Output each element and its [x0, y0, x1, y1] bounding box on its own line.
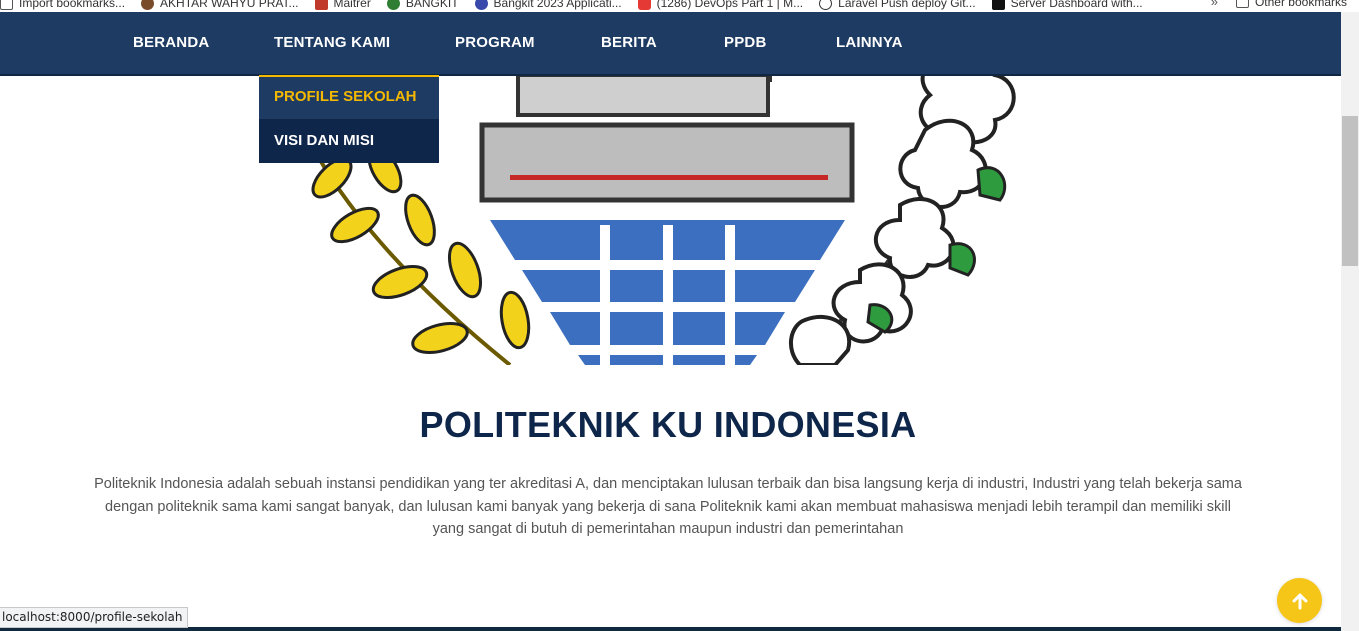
bookmark-akhtar[interactable]: AKHTAR WAHYU PRAT...	[141, 0, 299, 10]
dropdown-item-profile-sekolah[interactable]: PROFILE SEKOLAH	[259, 75, 439, 119]
bookmark-import[interactable]: Import bookmarks...	[0, 0, 125, 10]
page: Import bookmarks... AKHTAR WAHYU PRAT...…	[0, 0, 1359, 631]
bookmark-bangkit[interactable]: BANGKIT	[386, 0, 459, 10]
nav-ppdb[interactable]: PPDB	[724, 12, 766, 74]
bookmark-laravel[interactable]: Laravel Push deploy Git...	[819, 0, 976, 10]
bookmark-devops[interactable]: (1286) DevOps Part 1 | M...	[637, 0, 803, 10]
leaf-icon	[386, 0, 400, 10]
dropdown-item-visi-dan-misi[interactable]: VISI DAN MISI	[259, 119, 439, 163]
nav-tentang-kami[interactable]: TENTANG KAMI	[274, 12, 390, 74]
nav-lainnya[interactable]: LAINNYA	[836, 12, 903, 74]
nav-berita[interactable]: BERITA	[601, 12, 657, 74]
bookmarks-more-button[interactable]: »	[1211, 0, 1218, 9]
scrollbar-thumb[interactable]	[1342, 116, 1358, 266]
folder-icon	[0, 0, 13, 10]
bookmarks-right: » Other bookmarks	[1211, 0, 1347, 9]
bookmark-server[interactable]: Server Dashboard with...	[991, 0, 1143, 10]
tentang-kami-dropdown: PROFILE SEKOLAH VISI DAN MISI	[259, 75, 439, 163]
page-icon	[314, 0, 328, 10]
page-title: POLITEKNIK KU INDONESIA	[419, 404, 917, 445]
git-icon	[819, 0, 833, 10]
vertical-scrollbar[interactable]	[1341, 12, 1359, 631]
bookmark-maitrer[interactable]: Maitrer	[314, 0, 371, 10]
main-navbar: BERANDA TENTANG KAMI PROGRAM BERITA PPDB…	[0, 12, 1341, 76]
app-icon	[474, 0, 488, 10]
bookmark-bangkit-app[interactable]: Bangkit 2023 Applicati...	[474, 0, 622, 10]
back-to-top-button[interactable]	[1277, 578, 1322, 623]
footer-strip	[0, 627, 1341, 631]
terminal-icon	[991, 0, 1005, 10]
browser-status-url: localhost:8000/profile-sekolah	[0, 607, 188, 628]
site-icon	[141, 0, 155, 10]
arrow-up-icon	[1292, 593, 1307, 609]
page-description: Politeknik Indonesia adalah sebuah insta…	[94, 476, 1242, 537]
other-bookmarks[interactable]: Other bookmarks	[1235, 0, 1347, 9]
nav-program[interactable]: PROGRAM	[455, 12, 535, 74]
bookmarks-bar: Import bookmarks... AKHTAR WAHYU PRAT...…	[0, 0, 1359, 12]
folder-icon	[1235, 0, 1249, 8]
youtube-icon	[637, 0, 651, 10]
nav-beranda[interactable]: BERANDA	[133, 12, 209, 74]
